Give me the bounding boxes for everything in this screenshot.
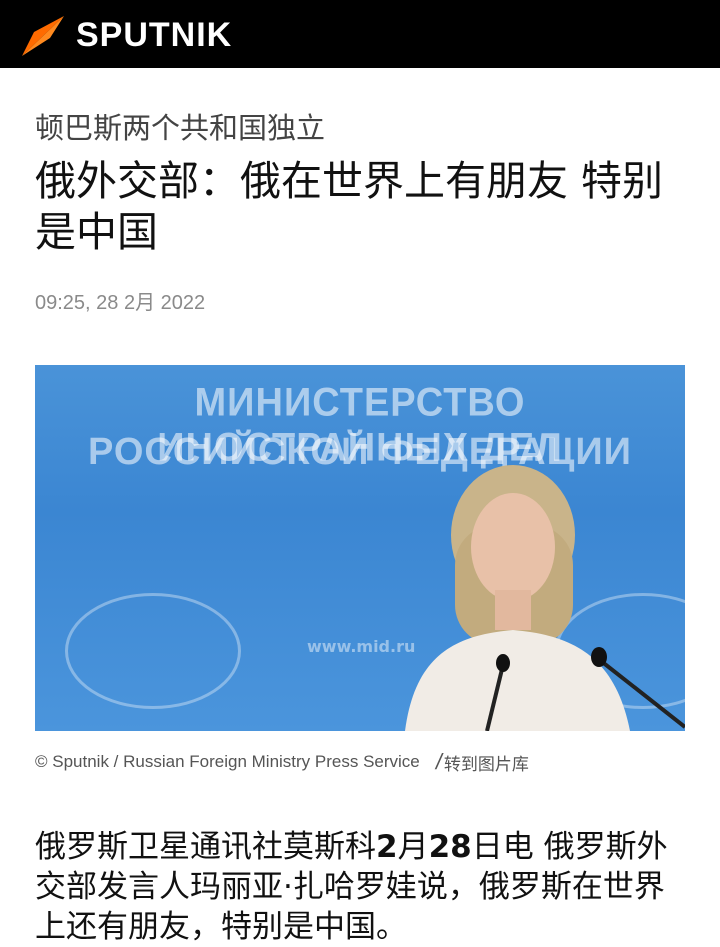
photo-credit: © Sputnik / Russian Foreign Ministry Pre… bbox=[35, 752, 420, 771]
article-photo[interactable]: МИНИСТЕРСТВО ИНОСТРАННЫХ ДЕЛ РОССИЙСКОЙ … bbox=[35, 365, 685, 731]
article-headline: 俄外交部：俄在世界上有朋友 特别是中国 bbox=[35, 157, 664, 256]
slash-icon: / bbox=[433, 749, 445, 774]
ministry-emblem-left bbox=[65, 593, 241, 709]
gallery-link[interactable]: / 转到图片库 bbox=[433, 749, 529, 775]
lead-prefix: 俄罗斯卫星通讯社莫斯科 bbox=[35, 829, 376, 865]
brand-name: SPUTNIK bbox=[76, 15, 233, 54]
article: 顿巴斯两个共和国独立 俄外交部：俄在世界上有朋友 特别是中国 09:25, 28… bbox=[0, 110, 720, 947]
article-kicker[interactable]: 顿巴斯两个共和国独立 bbox=[35, 110, 685, 146]
article-date: 09:25, 28 2月 2022 bbox=[35, 292, 206, 314]
sputnik-logo-icon bbox=[22, 16, 64, 56]
lead-month-char: 月 bbox=[397, 829, 429, 865]
gallery-link-label: 转到图片库 bbox=[443, 754, 529, 774]
spokesperson-figure bbox=[405, 465, 685, 731]
photo-caption-row: © Sputnik / Russian Foreign Ministry Pre… bbox=[35, 749, 685, 775]
sputnik-logo[interactable]: SPUTNIK bbox=[20, 12, 232, 58]
article-lead: 俄罗斯卫星通讯社莫斯科2月28日电 俄罗斯外交部发言人玛丽亚·扎哈罗娃说，俄罗斯… bbox=[35, 827, 685, 947]
top-bar: SPUTNIK bbox=[0, 0, 720, 68]
lead-month-number: 2 bbox=[376, 829, 398, 865]
lead-day-number: 28 bbox=[428, 829, 472, 865]
